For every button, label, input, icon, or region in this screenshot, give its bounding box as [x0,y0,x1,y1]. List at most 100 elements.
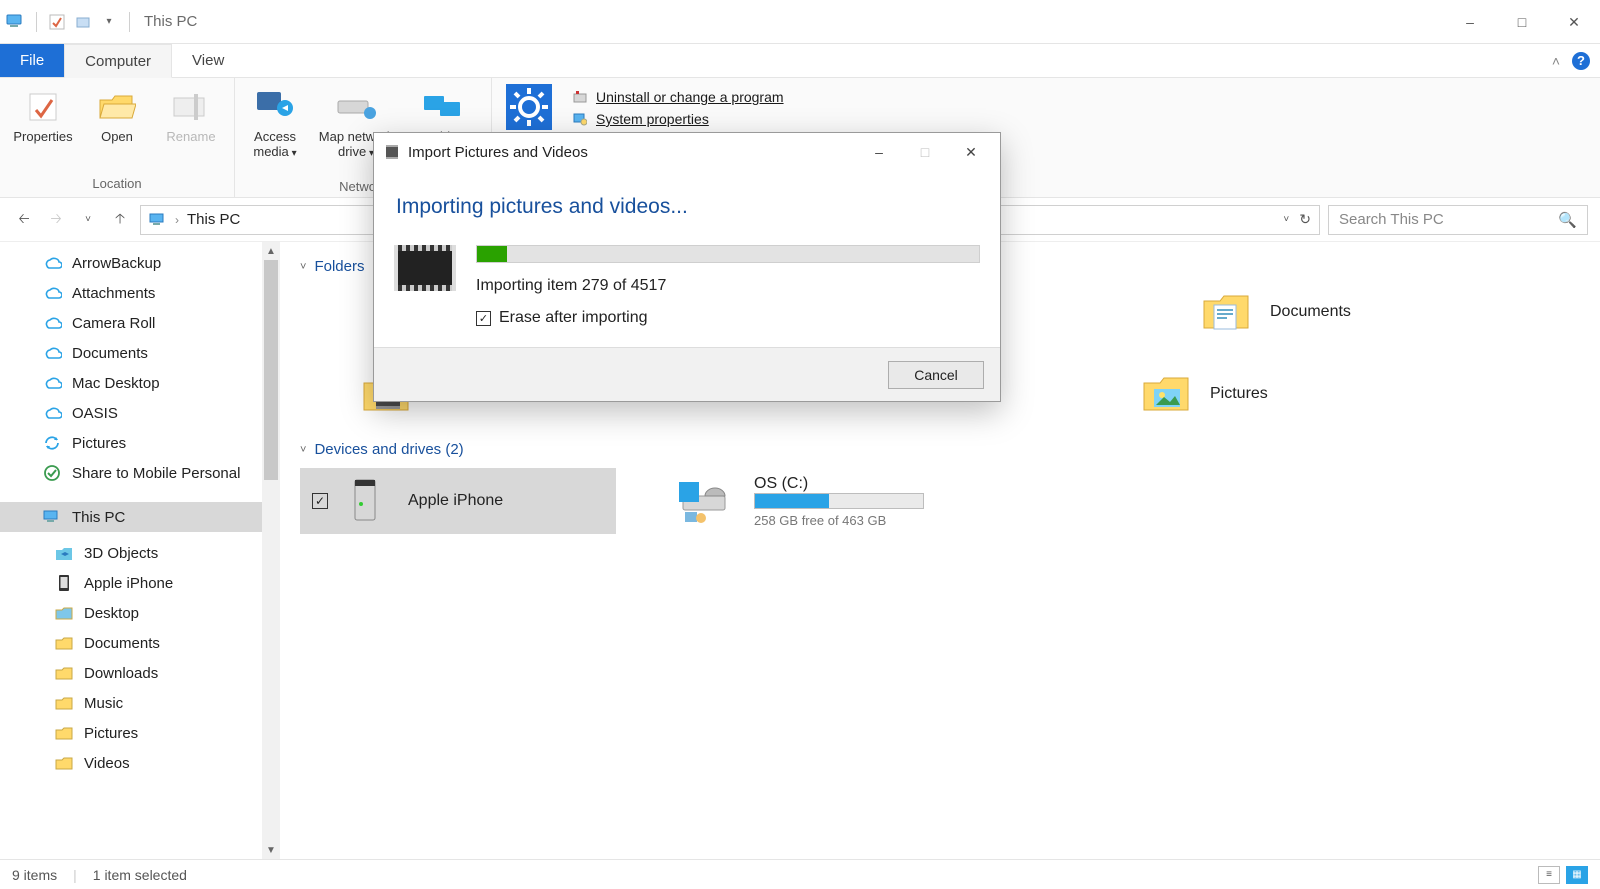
open-settings-button[interactable] [500,82,558,128]
sidebar-subitem[interactable]: 3D Objects [0,538,280,568]
check-icon [42,463,62,483]
tiles-view-button[interactable]: ▦ [1566,866,1588,884]
new-folder-qat-icon[interactable] [73,12,93,32]
sidebar-subitem[interactable]: Pictures [0,718,280,748]
details-view-button[interactable]: ≡ [1538,866,1560,884]
breadcrumb-this-pc[interactable]: This PC [187,211,240,228]
scroll-thumb[interactable] [264,260,278,480]
sidebar-item[interactable]: Documents [0,338,280,368]
dialog-minimize-button[interactable]: – [856,137,902,167]
sidebar-item-label: Downloads [84,665,158,682]
device-tile-os-drive[interactable]: OS (C:) 258 GB free of 463 GB [676,468,1016,534]
sidebar-item-label: OASIS [72,405,118,422]
tab-file[interactable]: File [0,44,64,77]
down-icon [54,663,74,683]
devices-section-header[interactable]: ˅ Devices and drives (2) [300,441,1580,458]
sidebar-subitem[interactable]: Videos [0,748,280,778]
sidebar-item-this-pc[interactable]: This PC [0,502,280,532]
separator [129,12,130,32]
sidebar-item-label: Desktop [84,605,139,622]
sidebar-item[interactable]: Share to Mobile Personal [0,458,280,488]
folder-tile-pictures[interactable]: Pictures [1140,367,1440,421]
minimize-button[interactable]: – [1444,0,1496,44]
dialog-close-button[interactable]: ✕ [948,137,994,167]
sync-icon [42,433,62,453]
sidebar-item-label: Share to Mobile Personal [72,465,240,482]
system-properties-button[interactable]: System properties [566,108,790,130]
device-tile-iphone[interactable]: ✓ Apple iPhone [300,468,616,534]
tab-computer[interactable]: Computer [64,44,172,78]
ribbon-group-location: Properties Open Rename Location [0,78,235,197]
system-commands-list: Uninstall or change a program System pro… [562,82,790,130]
sidebar-item-label: Videos [84,755,130,772]
sidebar-item[interactable]: Camera Roll [0,308,280,338]
sidebar-subitem[interactable]: Desktop [0,598,280,628]
properties-qat-icon[interactable] [47,12,67,32]
rename-button: Rename [156,82,226,145]
open-button[interactable]: Open [82,82,152,145]
sidebar-item[interactable]: OASIS [0,398,280,428]
properties-button[interactable]: Properties [8,82,78,145]
dialog-heading: Importing pictures and videos... [396,195,980,219]
close-button[interactable]: ✕ [1548,0,1600,44]
uninstall-program-button[interactable]: Uninstall or change a program [566,86,790,108]
cancel-button[interactable]: Cancel [888,361,984,389]
storage-bar [754,493,924,509]
dialog-title-bar[interactable]: Import Pictures and Videos – □ ✕ [374,133,1000,171]
folder-tile-documents[interactable]: Documents [1200,285,1500,339]
this-pc-icon [6,12,26,32]
sidebar-item-label: Music [84,695,123,712]
sidebar-item[interactable]: Mac Desktop [0,368,280,398]
scroll-down-icon[interactable]: ▼ [262,841,280,859]
sidebar-item-label: 3D Objects [84,545,158,562]
back-button[interactable]: 🡠 [12,208,36,232]
scroll-up-icon[interactable]: ▲ [262,242,280,260]
refresh-icon[interactable]: ↻ [1299,211,1311,228]
sidebar-subitem[interactable]: Music [0,688,280,718]
import-status-text: Importing item 279 of 4517 [476,277,980,295]
erase-after-import-checkbox[interactable]: ✓ Erase after importing [476,309,980,327]
sidebar-item-label: Pictures [72,435,126,452]
scroll-track[interactable] [262,260,280,841]
dialog-title: Import Pictures and Videos [408,144,588,161]
sidebar-subitem[interactable]: Documents [0,628,280,658]
cloud-icon [42,373,62,393]
quick-access-toolbar: ▾ [6,12,134,32]
this-pc-icon [42,507,62,527]
help-icon[interactable]: ? [1572,52,1590,70]
sidebar-item-label: Apple iPhone [84,575,173,592]
device-icon [338,474,392,528]
3d-icon [54,543,74,563]
maximize-button[interactable]: □ [1496,0,1548,44]
music-icon [54,693,74,713]
tab-view[interactable]: View [172,44,244,77]
ribbon-group-label: Location [8,172,226,197]
sidebar-subitem[interactable]: Apple iPhone [0,568,280,598]
dialog-body: Importing pictures and videos... Importi… [374,171,1000,347]
history-dropdown[interactable]: ˅ [76,208,100,232]
progress-fill [477,246,507,262]
sidebar-scrollbar[interactable]: ▲ ▼ [262,242,280,859]
address-dropdown-icon[interactable]: ˅ [1283,214,1289,225]
sidebar-item[interactable]: ArrowBackup [0,248,280,278]
storage-subtitle: 258 GB free of 463 GB [754,513,924,528]
access-media-button[interactable]: Access media [243,82,307,160]
sidebar-subitem[interactable]: Downloads [0,658,280,688]
uninstall-icon [572,89,588,105]
sidebar-item[interactable]: Pictures [0,428,280,458]
phone-icon [54,573,74,593]
collapse-ribbon-icon[interactable]: ˄ [1552,53,1560,69]
sidebar-item[interactable]: Attachments [0,278,280,308]
up-button[interactable]: 🡡 [108,208,132,232]
title-bar: ▾ This PC – □ ✕ [0,0,1600,44]
dialog-footer: Cancel [374,347,1000,401]
window-controls: – □ ✕ [1444,0,1600,44]
qat-dropdown-icon[interactable]: ▾ [99,12,119,32]
sidebar-item-label: Camera Roll [72,315,155,332]
cloud-icon [42,313,62,333]
selection-checkbox[interactable]: ✓ [312,493,328,509]
search-box[interactable]: Search This PC 🔍 [1328,205,1588,235]
status-bar: 9 items | 1 item selected ≡ ▦ [0,859,1600,889]
chevron-right-icon[interactable]: › [175,213,179,227]
forward-button[interactable]: 🡢 [44,208,68,232]
